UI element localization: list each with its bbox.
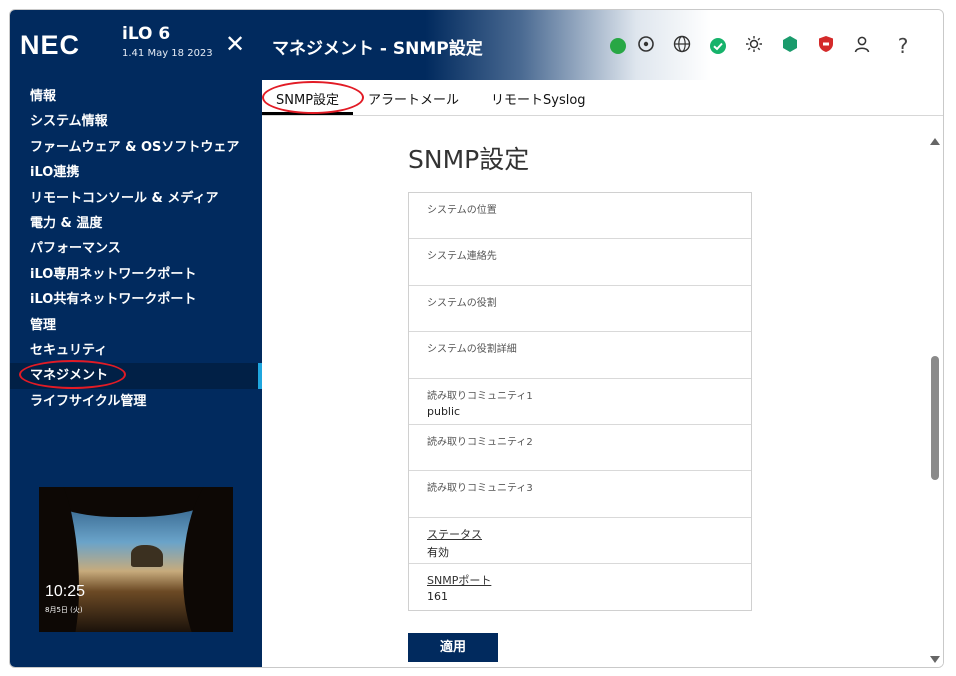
scroll-down-arrow-icon[interactable]: [930, 656, 940, 663]
sidebar-item-remote-console-media[interactable]: リモートコンソール & メディア: [10, 186, 262, 211]
field-system-location: システムの位置: [409, 193, 751, 240]
thumbnail-date: 8月5日 (火): [45, 606, 83, 614]
field-value: 有効: [427, 545, 449, 559]
sidebar-item-power-thermal[interactable]: 電力 & 温度: [10, 211, 262, 236]
field-label: システムの位置: [427, 205, 497, 216]
field-snmp-port: SNMPポート 161: [409, 564, 751, 609]
tab-bar: SNMP設定 アラートメール リモートSyslog: [262, 80, 943, 116]
field-value: public: [427, 404, 461, 418]
sidebar-item-security[interactable]: セキュリティ: [10, 338, 262, 363]
field-value: 161: [427, 590, 448, 604]
sidebar: NEC iLO 6 1.41 May 18 2023 ✕ 情報 システム情報 フ…: [10, 10, 262, 667]
field-status: ステータス 有効: [409, 518, 751, 565]
sidebar-item-firmware-os-software[interactable]: ファームウェア & OSソフトウェア: [10, 135, 262, 160]
field-label: 読み取りコミュニティ1: [427, 390, 533, 402]
thumbnail-sea-stack: [131, 545, 163, 567]
tab-alert-mail[interactable]: アラートメール: [368, 89, 459, 108]
security-shield-icon[interactable]: [779, 35, 801, 57]
remote-console-thumbnail[interactable]: 10:25 8月5日 (火): [39, 487, 233, 632]
power-icon[interactable]: [610, 38, 626, 54]
sidebar-nav: 情報 システム情報 ファームウェア & OSソフトウェア iLO連携 リモートコ…: [10, 84, 262, 414]
sidebar-item-ilo-dedicated-network-port[interactable]: iLO専用ネットワークポート: [10, 262, 262, 287]
status-help-link[interactable]: ステータス: [427, 526, 482, 542]
field-system-contact: システム連絡先: [409, 239, 751, 286]
globe-icon[interactable]: [671, 35, 693, 57]
help-icon[interactable]: ?: [892, 35, 914, 57]
field-label: システムの役割: [427, 297, 497, 309]
scrollbar-thumb[interactable]: [931, 356, 939, 480]
snmp-settings-form: システムの位置 システム連絡先 システムの役割 システムの役割詳細 読み取りコミ…: [408, 192, 752, 611]
page-header-title: マネジメント - SNMP設定: [272, 39, 483, 59]
health-ok-icon[interactable]: [710, 38, 726, 54]
firmware-version: 1.41 May 18 2023: [122, 48, 213, 59]
field-system-role-detail: システムの役割詳細: [409, 332, 751, 379]
sidebar-item-performance[interactable]: パフォーマンス: [10, 236, 262, 261]
apply-button[interactable]: 適用: [408, 633, 498, 662]
location-icon[interactable]: [635, 35, 657, 57]
sidebar-item-management[interactable]: マネジメント: [10, 363, 262, 390]
main-content: SNMP設定 システムの位置 システム連絡先 システムの役割 システムの役割詳細…: [262, 116, 943, 667]
top-header: マネジメント - SNMP設定 ?: [262, 10, 943, 80]
sidebar-item-lifecycle-management[interactable]: ライフサイクル管理: [10, 389, 262, 414]
nec-logo: NEC: [20, 30, 81, 60]
scroll-up-arrow-icon[interactable]: [930, 138, 940, 145]
field-label: システム連絡先: [427, 251, 497, 263]
sidebar-item-ilo-federation[interactable]: iLO連携: [10, 160, 262, 185]
snmp-port-help-link[interactable]: SNMPポート: [427, 572, 491, 588]
tab-remote-syslog[interactable]: リモートSyslog: [491, 89, 586, 108]
sidebar-item-information[interactable]: 情報: [10, 84, 262, 109]
field-label: 読み取りコミュニティ3: [427, 483, 533, 495]
sidebar-item-administration[interactable]: 管理: [10, 313, 262, 338]
field-label: システムの役割詳細: [427, 344, 517, 356]
security-alert-icon[interactable]: [815, 35, 837, 57]
tab-snmp-settings[interactable]: SNMP設定: [276, 89, 339, 108]
active-tab-indicator: [262, 112, 353, 115]
field-label: 読み取りコミュニティ2: [427, 436, 533, 448]
user-icon[interactable]: [851, 35, 873, 57]
content-scrollbar[interactable]: [927, 116, 943, 667]
ilo-window: NEC iLO 6 1.41 May 18 2023 ✕ 情報 システム情報 フ…: [9, 9, 944, 668]
field-read-community-3: 読み取りコミュニティ3: [409, 471, 751, 518]
thumbnail-clock: 10:25: [45, 583, 86, 600]
page-title: SNMP設定: [408, 145, 530, 174]
sidebar-item-system-information[interactable]: システム情報: [10, 109, 262, 134]
close-sidebar-icon[interactable]: ✕: [225, 32, 245, 56]
field-read-community-2: 読み取りコミュニティ2: [409, 425, 751, 472]
sidebar-item-ilo-shared-network-port[interactable]: iLO共有ネットワークポート: [10, 287, 262, 312]
brand-area: NEC iLO 6 1.41 May 18 2023 ✕: [10, 10, 262, 80]
uid-light-icon[interactable]: [743, 35, 765, 57]
product-name: iLO 6: [122, 24, 171, 44]
field-system-role: システムの役割: [409, 286, 751, 333]
field-read-community-1: 読み取りコミュニティ1 public: [409, 379, 751, 425]
